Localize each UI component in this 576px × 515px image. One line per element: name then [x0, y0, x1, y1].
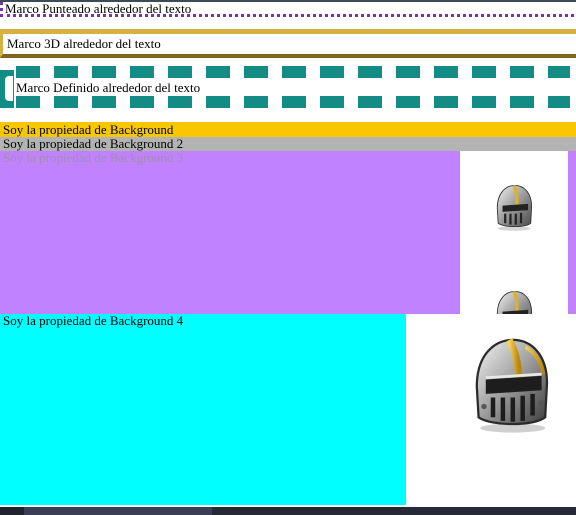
background-box-4: Soy la propiedad de Background 4: [0, 314, 406, 505]
background-box-2: Soy la propiedad de Background 2: [0, 137, 576, 151]
background-4-text: Soy la propiedad de Background 4: [3, 313, 184, 328]
knight-helmet-icon: [496, 184, 533, 231]
background-box-1: Soy la propiedad de Background: [0, 122, 576, 137]
background-2-text: Soy la propiedad de Background 2: [3, 136, 184, 151]
ridge-border-text: Marco 3D alrededor del texto: [7, 36, 161, 51]
background-box-3: Soy la propiedad de Background 3: [0, 151, 576, 314]
image-border-box: Marco Definido alrededor del texto: [0, 66, 570, 112]
dotted-border-text: Marco Punteado alrededor del texto: [5, 1, 192, 16]
knight-helmet-icon: [496, 290, 533, 314]
background-image-tile: [460, 151, 568, 314]
bottom-bar-highlight: [24, 507, 212, 515]
background-1-text: Soy la propiedad de Background: [3, 122, 174, 137]
image-border-text: Marco Definido alrededor del texto: [16, 80, 201, 95]
ridge-border-box: Marco 3D alrededor del texto: [0, 29, 576, 58]
bottom-bar-segment: [212, 507, 576, 515]
background-3-text: Soy la propiedad de Background 3: [3, 150, 184, 165]
knight-helmet-icon: [475, 338, 549, 433]
dotted-border-box: Marco Punteado alrededor del texto: [0, 2, 574, 17]
window-bottom-bar: [0, 507, 576, 515]
